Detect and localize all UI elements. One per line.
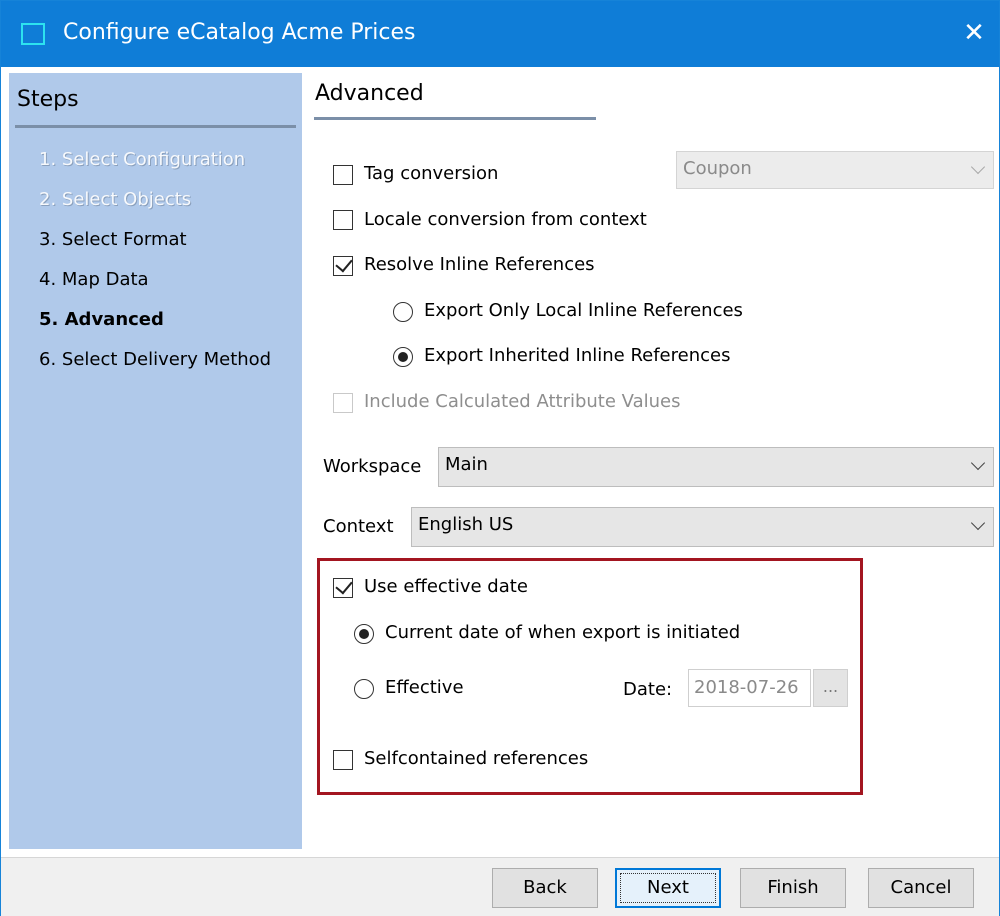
include-calculated-checkbox bbox=[333, 393, 353, 413]
step-select-configuration: 1. Select Configuration bbox=[39, 149, 246, 170]
context-label: Context bbox=[323, 516, 394, 537]
step-select-objects: 2. Select Objects bbox=[39, 189, 192, 210]
effective-radio[interactable] bbox=[354, 679, 374, 699]
window-icon bbox=[21, 23, 45, 45]
radio-selected-dot bbox=[398, 352, 408, 362]
radio-selected-dot bbox=[359, 629, 369, 639]
close-icon[interactable]: ✕ bbox=[959, 15, 989, 51]
resolve-inline-references-label: Resolve Inline References bbox=[364, 254, 595, 275]
dialog-window: Configure eCatalog Acme Prices ✕ Steps 1… bbox=[0, 0, 1000, 916]
back-button[interactable]: Back bbox=[492, 868, 598, 908]
workspace-label: Workspace bbox=[323, 456, 422, 477]
tag-conversion-label: Tag conversion bbox=[364, 163, 499, 184]
chevron-down-icon bbox=[970, 455, 986, 471]
step-advanced: 5. Advanced bbox=[39, 309, 164, 330]
export-local-inline-radio[interactable] bbox=[393, 302, 413, 322]
cancel-button[interactable]: Cancel bbox=[868, 868, 974, 908]
next-button[interactable]: Next bbox=[615, 868, 721, 908]
context-value: English US bbox=[418, 514, 514, 535]
current-date-label: Current date of when export is initiated bbox=[385, 622, 741, 643]
locale-conversion-label: Locale conversion from context bbox=[364, 209, 647, 230]
effective-label: Effective bbox=[385, 677, 464, 698]
focus-rectangle bbox=[620, 873, 716, 903]
selfcontained-references-label: Selfcontained references bbox=[364, 748, 589, 769]
include-calculated-label: Include Calculated Attribute Values bbox=[364, 391, 681, 412]
chevron-down-icon bbox=[970, 159, 986, 175]
workspace-dropdown[interactable]: Main bbox=[438, 447, 994, 487]
export-local-inline-label: Export Only Local Inline References bbox=[424, 300, 743, 321]
checkmark-icon bbox=[335, 576, 353, 595]
current-date-radio[interactable] bbox=[354, 624, 374, 644]
step-select-delivery-method: 6. Select Delivery Method bbox=[39, 349, 272, 370]
steps-title: Steps bbox=[17, 87, 79, 112]
resolve-inline-references-checkbox[interactable] bbox=[333, 254, 353, 276]
context-dropdown[interactable]: English US bbox=[411, 507, 994, 547]
selfcontained-references-checkbox[interactable] bbox=[333, 750, 353, 770]
step-map-data: 4. Map Data bbox=[39, 269, 149, 290]
finish-button[interactable]: Finish bbox=[740, 868, 846, 908]
step-select-format: 3. Select Format bbox=[39, 229, 187, 250]
date-picker-button[interactable]: ... bbox=[813, 669, 848, 707]
panel-title-divider bbox=[314, 117, 596, 120]
chevron-down-icon bbox=[970, 515, 986, 531]
title-bar[interactable]: Configure eCatalog Acme Prices ✕ bbox=[1, 1, 999, 67]
effective-date-field: 2018-07-26 bbox=[688, 669, 811, 707]
checkmark-icon bbox=[335, 254, 353, 273]
window-title: Configure eCatalog Acme Prices bbox=[63, 20, 416, 45]
tag-conversion-dropdown: Coupon bbox=[676, 151, 994, 189]
tag-conversion-value: Coupon bbox=[683, 158, 752, 179]
use-effective-date-label: Use effective date bbox=[364, 576, 528, 597]
workspace-value: Main bbox=[445, 454, 488, 475]
export-inherited-inline-radio[interactable] bbox=[393, 347, 413, 367]
panel-title: Advanced bbox=[315, 81, 424, 106]
dialog-content: Steps 1. Select Configuration 2. Select … bbox=[1, 67, 999, 857]
locale-conversion-checkbox[interactable] bbox=[333, 210, 353, 230]
steps-divider bbox=[15, 125, 296, 128]
effective-date-value: 2018-07-26 bbox=[694, 677, 799, 698]
tag-conversion-checkbox[interactable] bbox=[333, 165, 353, 185]
export-inherited-inline-label: Export Inherited Inline References bbox=[424, 345, 731, 366]
date-label: Date: bbox=[623, 679, 673, 700]
dialog-footer: Back Next Finish Cancel bbox=[1, 857, 999, 916]
use-effective-date-checkbox[interactable] bbox=[333, 576, 353, 598]
steps-sidebar: Steps 1. Select Configuration 2. Select … bbox=[9, 73, 302, 849]
